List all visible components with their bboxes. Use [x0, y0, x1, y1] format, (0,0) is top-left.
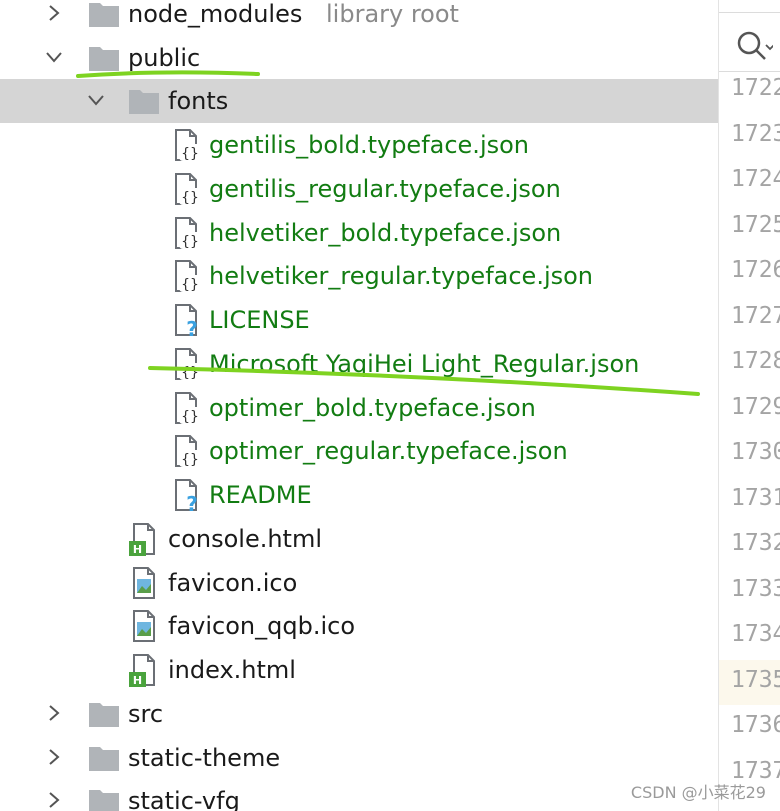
- image-file-icon: [126, 565, 162, 601]
- collapse-arrow-icon[interactable]: [86, 90, 106, 110]
- tree-row-file[interactable]: console.html: [0, 517, 718, 561]
- tree-item-label: public: [128, 44, 201, 72]
- line-number: 1722: [731, 75, 780, 101]
- line-number: 1726: [731, 257, 780, 283]
- tree-item-label: src: [128, 700, 164, 728]
- tree-row-file[interactable]: gentilis_bold.typeface.json: [0, 123, 718, 167]
- line-number: 1733: [731, 575, 780, 602]
- tree-item-label: optimer_bold.typeface.json: [209, 394, 536, 422]
- expand-arrow-icon[interactable]: [44, 3, 64, 23]
- line-number: 1723: [731, 120, 780, 147]
- json-file-icon: [168, 258, 204, 294]
- folder-icon: [86, 40, 122, 76]
- line-number-current: 1735: [719, 659, 780, 705]
- line-numbers: 1722 1723 1724 1725 1726 1727 1728 1729 …: [719, 68, 780, 796]
- editor-gutter: 1722 1723 1724 1725 1726 1727 1728 1729 …: [718, 0, 780, 811]
- folder-icon: [86, 740, 122, 776]
- project-tree: node_modules library root public fonts g…: [0, 0, 718, 811]
- image-file-icon: [126, 608, 162, 644]
- tree-item-label: optimer_regular.typeface.json: [209, 437, 568, 465]
- tree-row-file[interactable]: helvetiker_regular.typeface.json: [0, 254, 718, 298]
- tree-item-label: static-vfg: [128, 787, 240, 811]
- tree-row-file[interactable]: index.html: [0, 648, 718, 692]
- tree-row-file[interactable]: LICENSE: [0, 298, 718, 342]
- json-file-icon: [168, 215, 204, 251]
- tree-item-label: node_modules: [128, 0, 303, 28]
- tree-item-label: favicon_qqb.ico: [168, 612, 355, 640]
- tree-item-label: console.html: [168, 525, 323, 553]
- expand-arrow-icon[interactable]: [44, 790, 64, 810]
- tree-item-label: gentilis_regular.typeface.json: [209, 175, 561, 203]
- tree-item-label: index.html: [168, 656, 296, 684]
- line-number: 1732: [731, 530, 780, 556]
- collapse-arrow-icon[interactable]: [44, 47, 64, 67]
- tree-row-file[interactable]: README: [0, 473, 718, 517]
- line-number: 1734: [731, 621, 780, 647]
- unknown-file-icon: [168, 477, 204, 513]
- line-number: 1724: [731, 166, 780, 192]
- line-number: 1730: [731, 439, 780, 465]
- expand-arrow-icon[interactable]: [44, 747, 64, 767]
- tree-row-node-modules[interactable]: node_modules library root: [0, 0, 718, 36]
- tree-row-public[interactable]: public: [0, 36, 718, 80]
- tree-row-src[interactable]: src: [0, 692, 718, 736]
- line-number: 1728: [731, 348, 780, 374]
- unknown-file-icon: [168, 302, 204, 338]
- html-file-icon: [126, 652, 162, 688]
- tree-item-label: helvetiker_bold.typeface.json: [209, 219, 562, 247]
- json-file-icon: [168, 433, 204, 469]
- search-icon[interactable]: [733, 27, 773, 67]
- expand-arrow-icon[interactable]: [44, 703, 64, 723]
- search-box[interactable]: [719, 12, 780, 72]
- tree-row-file[interactable]: favicon.ico: [0, 561, 718, 605]
- line-number: 1727: [731, 302, 780, 329]
- tree-row-file[interactable]: gentilis_regular.typeface.json: [0, 167, 718, 211]
- tree-row-file[interactable]: favicon_qqb.ico: [0, 604, 718, 648]
- tree-item-label: static-theme: [128, 744, 281, 772]
- folder-icon: [126, 83, 162, 119]
- tree-row-file[interactable]: helvetiker_bold.typeface.json: [0, 211, 718, 255]
- line-number: 1736: [731, 712, 780, 738]
- watermark: CSDN @小菜花29: [630, 783, 766, 802]
- tree-item-label: favicon.ico: [168, 569, 298, 597]
- line-number: 1725: [731, 211, 780, 238]
- folder-icon: [86, 0, 122, 32]
- json-file-icon: [168, 127, 204, 163]
- json-file-icon: [168, 171, 204, 207]
- line-number: 1731: [731, 484, 780, 511]
- tree-item-label: helvetiker_regular.typeface.json: [209, 262, 594, 290]
- json-file-icon: [168, 346, 204, 382]
- line-number: 1729: [731, 393, 780, 420]
- library-root-hint: library root: [326, 0, 459, 28]
- html-file-icon: [126, 521, 162, 557]
- tree-item-label: LICENSE: [209, 306, 310, 334]
- tree-row-file[interactable]: Microsoft YaqiHei Light_Regular.json: [0, 342, 718, 386]
- folder-icon: [86, 696, 122, 732]
- tree-item-label: README: [209, 481, 312, 509]
- tree-row-file[interactable]: optimer_regular.typeface.json: [0, 429, 718, 473]
- json-file-icon: [168, 390, 204, 426]
- tree-item-label: Microsoft YaqiHei Light_Regular.json: [209, 350, 640, 378]
- tree-row-file[interactable]: optimer_bold.typeface.json: [0, 386, 718, 430]
- tree-item-label: gentilis_bold.typeface.json: [209, 131, 530, 159]
- folder-icon: [86, 783, 122, 811]
- tree-item-label: fonts: [168, 87, 229, 115]
- tree-row-static-theme[interactable]: static-theme: [0, 736, 718, 780]
- tree-row-fonts[interactable]: fonts: [0, 79, 718, 123]
- tree-row-static-vfg[interactable]: static-vfg: [0, 779, 718, 811]
